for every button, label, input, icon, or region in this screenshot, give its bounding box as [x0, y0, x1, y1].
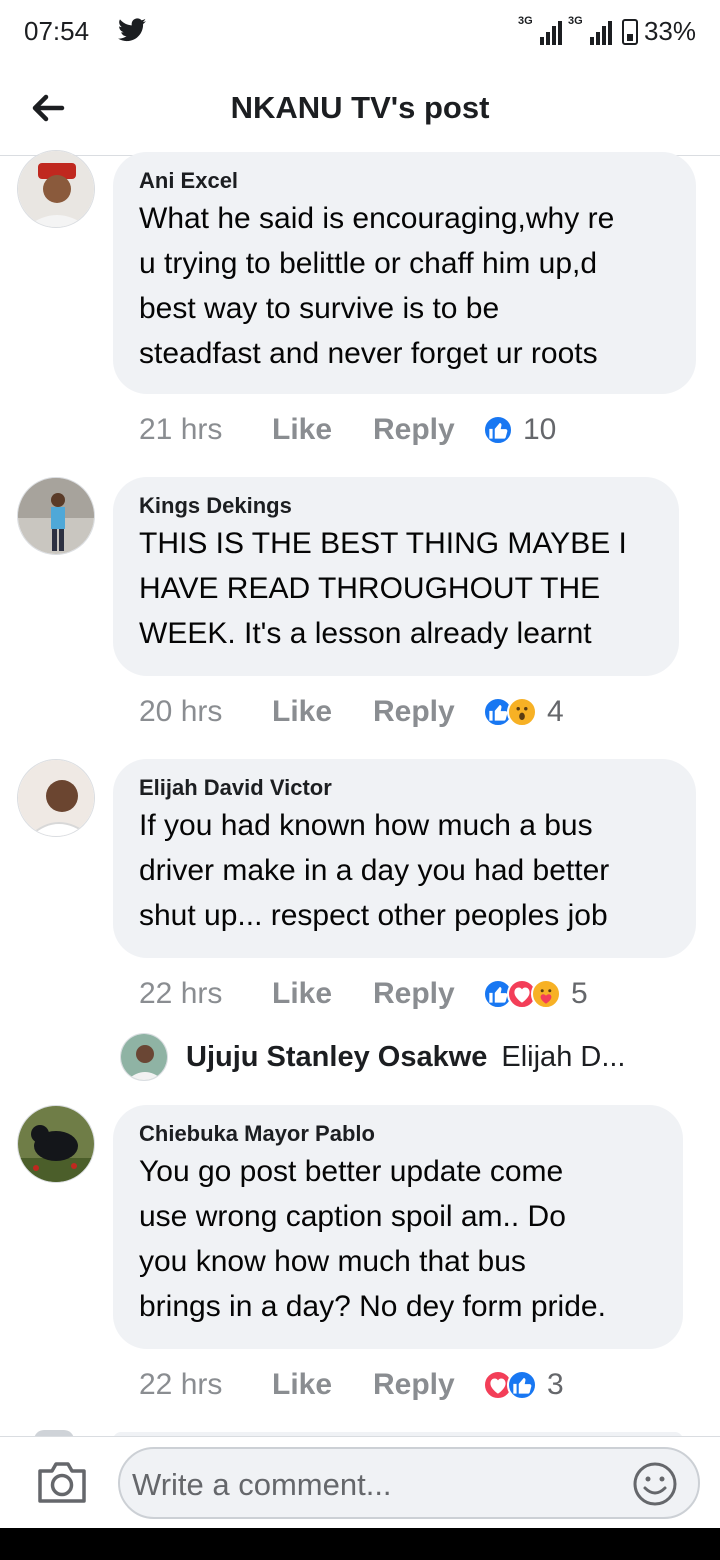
- reply-button[interactable]: Reply: [373, 413, 483, 447]
- comment-bubble[interactable]: Elijah David Victor If you had known how…: [113, 759, 696, 958]
- status-time: 07:54: [24, 16, 90, 46]
- comment-actions: 22 hrs Like Reply 5: [139, 974, 588, 1014]
- reply-snippet: Elijah D...: [501, 1040, 626, 1073]
- reply-button[interactable]: Reply: [373, 695, 483, 729]
- comment-author[interactable]: Elijah David Victor: [139, 773, 670, 803]
- comment-bubble[interactable]: Ani Excel What he said is encouraging,wh…: [113, 152, 696, 394]
- comment-composer: Write a comment...: [0, 1436, 720, 1528]
- comment-time[interactable]: 21 hrs: [139, 413, 272, 447]
- twitter-icon: [118, 18, 146, 42]
- reactions[interactable]: [483, 415, 513, 445]
- comment-time[interactable]: 22 hrs: [139, 1368, 272, 1402]
- like-reaction-icon: [483, 415, 513, 445]
- comment-actions: 21 hrs Like Reply 10: [139, 410, 556, 450]
- avatar[interactable]: [17, 759, 95, 837]
- comment-text: If you had known how much a bus driver m…: [139, 809, 610, 932]
- wow-reaction-icon: [507, 697, 537, 727]
- comment-author[interactable]: Kings Dekings: [139, 491, 653, 521]
- emoji-icon[interactable]: [632, 1461, 678, 1507]
- like-button[interactable]: Like: [272, 413, 373, 447]
- comment-text: THIS IS THE BEST THING MAYBE I HAVE READ…: [139, 527, 627, 650]
- reaction-count[interactable]: 4: [547, 695, 564, 729]
- reaction-count[interactable]: 5: [571, 977, 588, 1011]
- comment-text: What he said is encouraging,why re u try…: [139, 202, 615, 370]
- comment-input[interactable]: Write a comment...: [118, 1447, 700, 1519]
- reaction-count[interactable]: 3: [547, 1368, 564, 1402]
- like-button[interactable]: Like: [272, 1368, 373, 1402]
- comment-author[interactable]: Chiebuka Mayor Pablo: [139, 1119, 657, 1149]
- reactions[interactable]: [483, 1370, 537, 1400]
- comment-bubble[interactable]: Chiebuka Mayor Pablo You go post better …: [113, 1105, 683, 1349]
- like-reaction-icon: [507, 1370, 537, 1400]
- comment-time[interactable]: 20 hrs: [139, 695, 272, 729]
- care-reaction-icon: [531, 979, 561, 1009]
- battery-icon: [621, 18, 638, 45]
- reactions[interactable]: [483, 979, 561, 1009]
- comment-time[interactable]: 22 hrs: [139, 977, 272, 1011]
- signal-icon-2: 3G: [568, 15, 612, 45]
- avatar[interactable]: [17, 1105, 95, 1183]
- signal-icon: 3G: [518, 15, 562, 45]
- comment-author[interactable]: Ani Excel: [139, 166, 670, 196]
- battery-level: 33%: [643, 16, 696, 46]
- reply-button[interactable]: Reply: [373, 1368, 483, 1402]
- comment-text: You go post better update come use wrong…: [139, 1155, 606, 1323]
- comment-actions: 22 hrs Like Reply 3: [139, 1365, 564, 1405]
- reply-button[interactable]: Reply: [373, 977, 483, 1011]
- camera-icon[interactable]: [36, 1459, 88, 1505]
- reply-avatar[interactable]: [120, 1033, 168, 1081]
- avatar[interactable]: [17, 150, 95, 228]
- status-bar: 07:54 3G 3G 33%: [0, 0, 720, 62]
- comment-placeholder: Write a comment...: [132, 1467, 392, 1502]
- comment-actions: 20 hrs Like Reply 4: [139, 692, 564, 732]
- page-title: NKANU TV's post: [230, 90, 490, 125]
- reply-author[interactable]: Ujuju Stanley Osakwe: [186, 1041, 487, 1074]
- avatar[interactable]: [17, 477, 95, 555]
- reactions[interactable]: [483, 697, 537, 727]
- reply-preview[interactable]: Ujuju Stanley Osakwe Elijah D...: [120, 1032, 626, 1082]
- reaction-count[interactable]: 10: [523, 413, 556, 447]
- like-button[interactable]: Like: [272, 695, 373, 729]
- system-nav-bar: [0, 1528, 720, 1560]
- comment-bubble[interactable]: Kings Dekings THIS IS THE BEST THING MAY…: [113, 477, 679, 676]
- like-button[interactable]: Like: [272, 977, 373, 1011]
- status-indicators: 3G 3G 33%: [518, 15, 696, 47]
- app-header: NKANU TV's post: [0, 62, 720, 156]
